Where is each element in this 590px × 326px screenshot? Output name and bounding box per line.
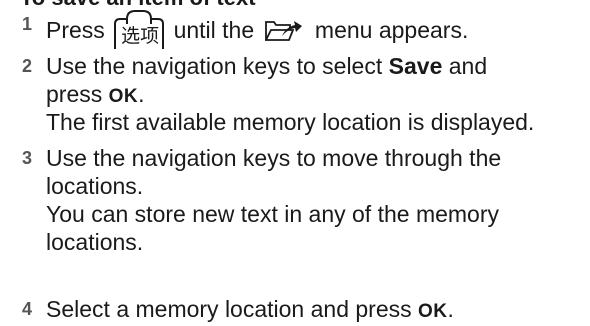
section-heading: To save an item of text <box>20 0 256 10</box>
save-keyword: Save <box>388 53 443 79</box>
step-2-period: . <box>138 81 145 107</box>
messaging-folder-icon <box>264 21 302 41</box>
step-number: 1 <box>22 14 33 34</box>
step-1-menu-text: menu appears. <box>314 17 469 43</box>
ok-key-label: OK <box>418 301 448 322</box>
step-3-note-2: locations. <box>46 229 144 255</box>
step-2-press: press <box>46 81 103 107</box>
step-3-line-2: locations. <box>46 173 144 199</box>
step-1-press-text: Press <box>46 17 105 43</box>
step-1-text: Press 选项 until the menu appears. <box>46 10 586 50</box>
options-key-label: 选项 <box>121 25 160 47</box>
step-2-note: The first available memory location is d… <box>46 109 535 135</box>
step-2-line-2: press OK. <box>46 80 586 108</box>
step-3-note-1: You can store new text in any of the mem… <box>46 201 500 227</box>
step-number: 3 <box>22 148 33 168</box>
step-2-text: Use the navigation keys to select Save a… <box>46 52 586 136</box>
step-4-text: Select a memory location and press OK. <box>46 295 586 326</box>
step-4-instruction: Select a memory location and press <box>46 296 412 322</box>
manual-page: To save an item of text 1 Press 选项 until… <box>0 0 590 324</box>
step-2-line-1: Use the navigation keys to select Save a… <box>46 52 586 80</box>
step-2-and: and <box>448 53 488 79</box>
step-3-line-1: Use the navigation keys to move through … <box>46 145 502 171</box>
step-1-until-text: until the <box>173 17 255 43</box>
step-4-period: . <box>447 296 454 322</box>
options-key-icon: 选项 <box>113 10 165 50</box>
step-3-text: Use the navigation keys to move through … <box>46 144 586 256</box>
step-number: 2 <box>22 56 33 76</box>
ok-key-label: OK <box>108 86 139 107</box>
step-number: 4 <box>22 299 33 319</box>
step-2-instruction: Use the navigation keys to select <box>46 53 383 79</box>
